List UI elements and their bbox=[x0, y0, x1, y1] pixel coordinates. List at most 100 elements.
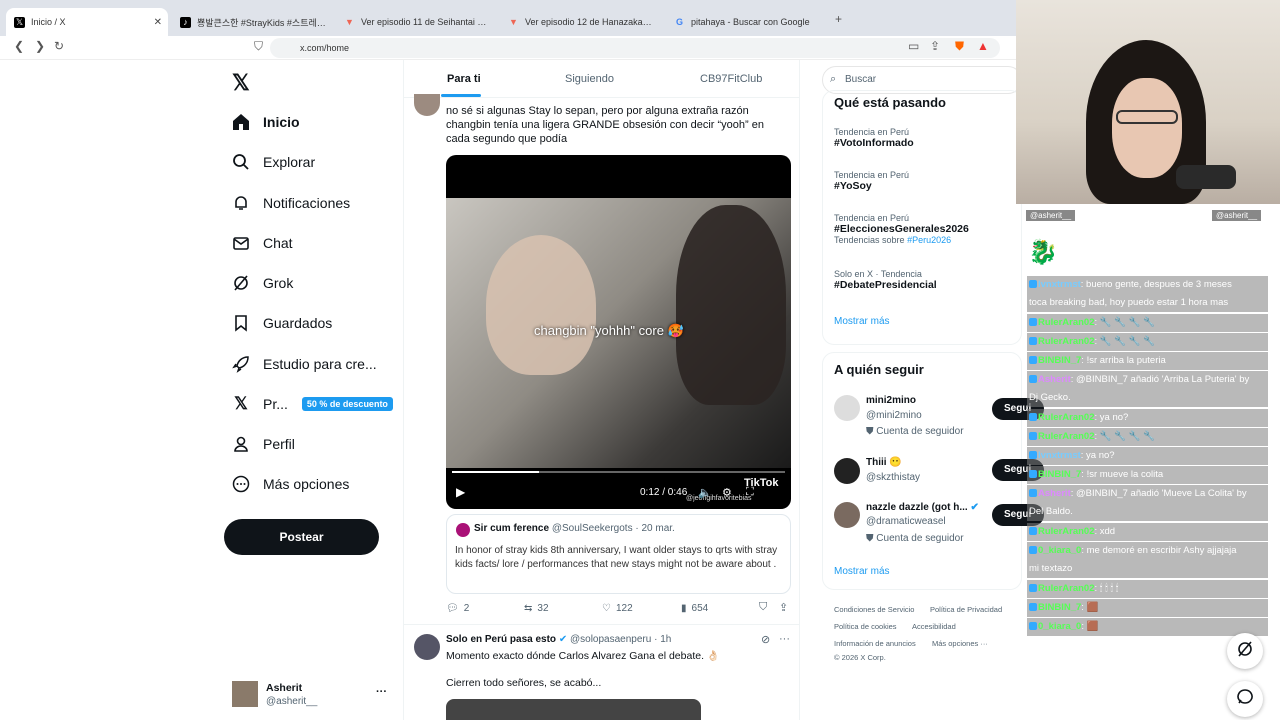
grok-float-button[interactable] bbox=[1227, 633, 1263, 669]
nav-grok[interactable]: Grok bbox=[232, 267, 293, 299]
chat-text: : 🔧 🔧 🔧 🔧 bbox=[1094, 317, 1156, 328]
footer-link[interactable]: Política de cookies bbox=[834, 622, 897, 631]
post2-text: Momento exacto dónde Carlos Alvarez Gana… bbox=[446, 650, 720, 662]
forward-icon[interactable]: ❯ bbox=[35, 39, 45, 53]
chat-username[interactable]: 0_kiara_0 bbox=[1038, 621, 1081, 632]
reload-icon[interactable]: ↻ bbox=[54, 39, 64, 53]
browser-tab-tiktok[interactable]: ♪ 뿅발큰스한 #StrayKids #스트레이키즈 bbox=[172, 8, 334, 36]
footer-link[interactable]: Condiciones de Servicio bbox=[834, 605, 914, 614]
quoted-post[interactable]: Sir cum ference @SoulSeekergots · 20 mar… bbox=[446, 514, 791, 594]
browser-tab-google[interactable]: G pitahaya - Buscar con Google bbox=[666, 8, 828, 36]
cast-icon[interactable]: ▭ bbox=[908, 39, 919, 53]
nav-premium[interactable]: 𝕏 Pr... 50 % de descuento bbox=[232, 388, 393, 420]
chat-username[interactable]: RulerAran02 bbox=[1038, 526, 1095, 537]
chat-username[interactable]: BINBIN_7 bbox=[1038, 602, 1081, 613]
address-bar-row: ❮ ❯ ↻ ⛉ x.com/home ▭ ⇪ ⛊ ▲ bbox=[0, 36, 1016, 60]
rewards-icon[interactable]: ▲ bbox=[977, 39, 989, 53]
post-more-icon[interactable]: ··· bbox=[779, 633, 790, 645]
show-more-follows[interactable]: Mostrar más bbox=[834, 566, 890, 577]
play-icon[interactable]: ▶ bbox=[456, 485, 465, 499]
chat-username[interactable]: RulerAran02 bbox=[1038, 431, 1095, 442]
chat-text: : !sr arriba la puteria bbox=[1081, 355, 1166, 366]
chat-username[interactable]: RulerAran02 bbox=[1038, 583, 1095, 594]
chat-message: BINBIN_7: !sr mueve la colita bbox=[1027, 466, 1268, 484]
post-button[interactable]: Postear bbox=[224, 519, 379, 555]
footer-link[interactable]: Más opciones ··· bbox=[932, 639, 988, 648]
chat-username[interactable]: RulerAran02 bbox=[1038, 317, 1095, 328]
footer-link[interactable]: Accesibilidad bbox=[912, 622, 956, 631]
chat-username[interactable]: RulerAran02 bbox=[1038, 412, 1095, 423]
show-more-trends[interactable]: Mostrar más bbox=[834, 316, 890, 327]
heart-icon: ♡ bbox=[602, 603, 611, 614]
messages-float-button[interactable] bbox=[1227, 681, 1263, 717]
nav-chat[interactable]: Chat bbox=[232, 227, 293, 259]
nav-notifications[interactable]: Notificaciones bbox=[232, 187, 350, 219]
post2-time: · 1h bbox=[654, 634, 672, 645]
repost-button[interactable]: ⇆ 32 bbox=[524, 603, 549, 614]
nav-creator-studio[interactable]: Estudio para cre... bbox=[232, 348, 377, 380]
nav-explore[interactable]: Explorar bbox=[232, 146, 315, 178]
follow-avatar[interactable] bbox=[834, 458, 860, 484]
share-icon[interactable]: ⇪ bbox=[930, 39, 940, 53]
nav-bookmarks[interactable]: Guardados bbox=[232, 307, 332, 339]
reply-button[interactable]: 💬︎ 2 bbox=[446, 603, 469, 614]
trend-item[interactable]: Solo en X · Tendencia #DebatePresidencia… bbox=[834, 269, 937, 291]
tab-community[interactable]: CB97FitClub bbox=[700, 73, 762, 85]
follow-avatar[interactable] bbox=[834, 502, 860, 528]
brave-shield-icon[interactable]: ⛊ bbox=[955, 39, 964, 54]
settings-icon[interactable]: ⚙ bbox=[722, 486, 732, 499]
quoted-avatar bbox=[456, 523, 470, 537]
chat-badge-icon bbox=[1029, 451, 1037, 460]
chat-username[interactable]: lvnxtrmst bbox=[1038, 450, 1081, 461]
tab-for-you[interactable]: Para ti bbox=[447, 73, 481, 85]
bookmark-page-icon[interactable]: ⛉ bbox=[254, 39, 263, 54]
trend-sublink[interactable]: #Peru2026 bbox=[907, 235, 951, 245]
nav-more-options[interactable]: Más opciones bbox=[232, 468, 349, 500]
chat-username[interactable]: RulerAran02 bbox=[1038, 336, 1095, 347]
browser-tab-episode-12[interactable]: ▼ Ver episodio 12 de Hanazakari no Kimi bbox=[500, 8, 662, 36]
account-menu-icon[interactable]: ··· bbox=[376, 686, 387, 698]
back-icon[interactable]: ❮ bbox=[14, 39, 24, 53]
bookmark-post-icon[interactable]: ⛉ bbox=[759, 601, 767, 614]
chat-username[interactable]: BINBIN_7 bbox=[1038, 355, 1081, 366]
trend-item[interactable]: Tendencia en Perú #EleccionesGenerales20… bbox=[834, 213, 969, 245]
x-logo-icon[interactable]: 𝕏 bbox=[232, 70, 250, 96]
post-video[interactable]: changbin "yohhh" core 🥵 TikTok @jeongihf… bbox=[446, 155, 791, 509]
webcam-microphone bbox=[1176, 165, 1236, 189]
footer-link[interactable]: Información de anuncios bbox=[834, 639, 916, 648]
new-tab-icon[interactable]: + bbox=[835, 12, 842, 26]
nav-home[interactable]: Inicio bbox=[232, 106, 300, 138]
chat-username[interactable]: lvnxtrmst bbox=[1038, 279, 1081, 290]
nav-profile[interactable]: Perfil bbox=[232, 428, 295, 460]
like-button[interactable]: ♡ 122 bbox=[602, 603, 633, 614]
chat-username[interactable]: Asherit bbox=[1038, 488, 1071, 499]
tiktok-icon: ♪ bbox=[180, 16, 191, 28]
views-button[interactable]: ▮ 654 bbox=[681, 603, 708, 614]
account-avatar[interactable] bbox=[232, 681, 258, 707]
trend-item[interactable]: Tendencia en Perú #YoSoy bbox=[834, 170, 909, 192]
volume-icon[interactable]: 🔈 bbox=[698, 486, 712, 499]
browser-tab-episode-11[interactable]: ▼ Ver episodio 11 de Seihantai na Kimi bbox=[336, 8, 498, 36]
follow-name[interactable]: mini2mino bbox=[866, 395, 916, 406]
chat-text: : xdd bbox=[1094, 526, 1116, 537]
follow-name[interactable]: Thiii 😶 bbox=[866, 457, 902, 468]
close-tab-icon[interactable]: ✕ bbox=[154, 17, 162, 28]
grok-post-icon[interactable]: ⊘ bbox=[761, 633, 770, 646]
home-icon bbox=[232, 113, 250, 131]
footer-link[interactable]: Política de Privacidad bbox=[930, 605, 1002, 614]
share-post-icon[interactable]: ⇪ bbox=[779, 601, 788, 614]
tab-following[interactable]: Siguiendo bbox=[565, 73, 614, 85]
url-field[interactable]: x.com/home bbox=[270, 38, 1000, 58]
more-circle-icon bbox=[232, 475, 250, 493]
chat-username[interactable]: 0_kiara_0 bbox=[1038, 545, 1081, 556]
post2-media[interactable] bbox=[446, 699, 701, 720]
browser-tab-x[interactable]: 𝕏 Inicio / X ✕ bbox=[6, 8, 168, 36]
post2-avatar[interactable] bbox=[414, 634, 440, 660]
chat-username[interactable]: BINBIN_7 bbox=[1038, 469, 1081, 480]
fullscreen-icon[interactable]: ⛶ bbox=[746, 486, 754, 499]
chat-message: RulerAran02: ya no? bbox=[1027, 409, 1268, 427]
chat-username[interactable]: Asherit bbox=[1038, 374, 1071, 385]
video-time: 0:12 / 0:46 bbox=[640, 487, 688, 498]
trend-item[interactable]: Tendencia en Perú #VotoInformado bbox=[834, 127, 914, 149]
follow-avatar[interactable] bbox=[834, 395, 860, 421]
